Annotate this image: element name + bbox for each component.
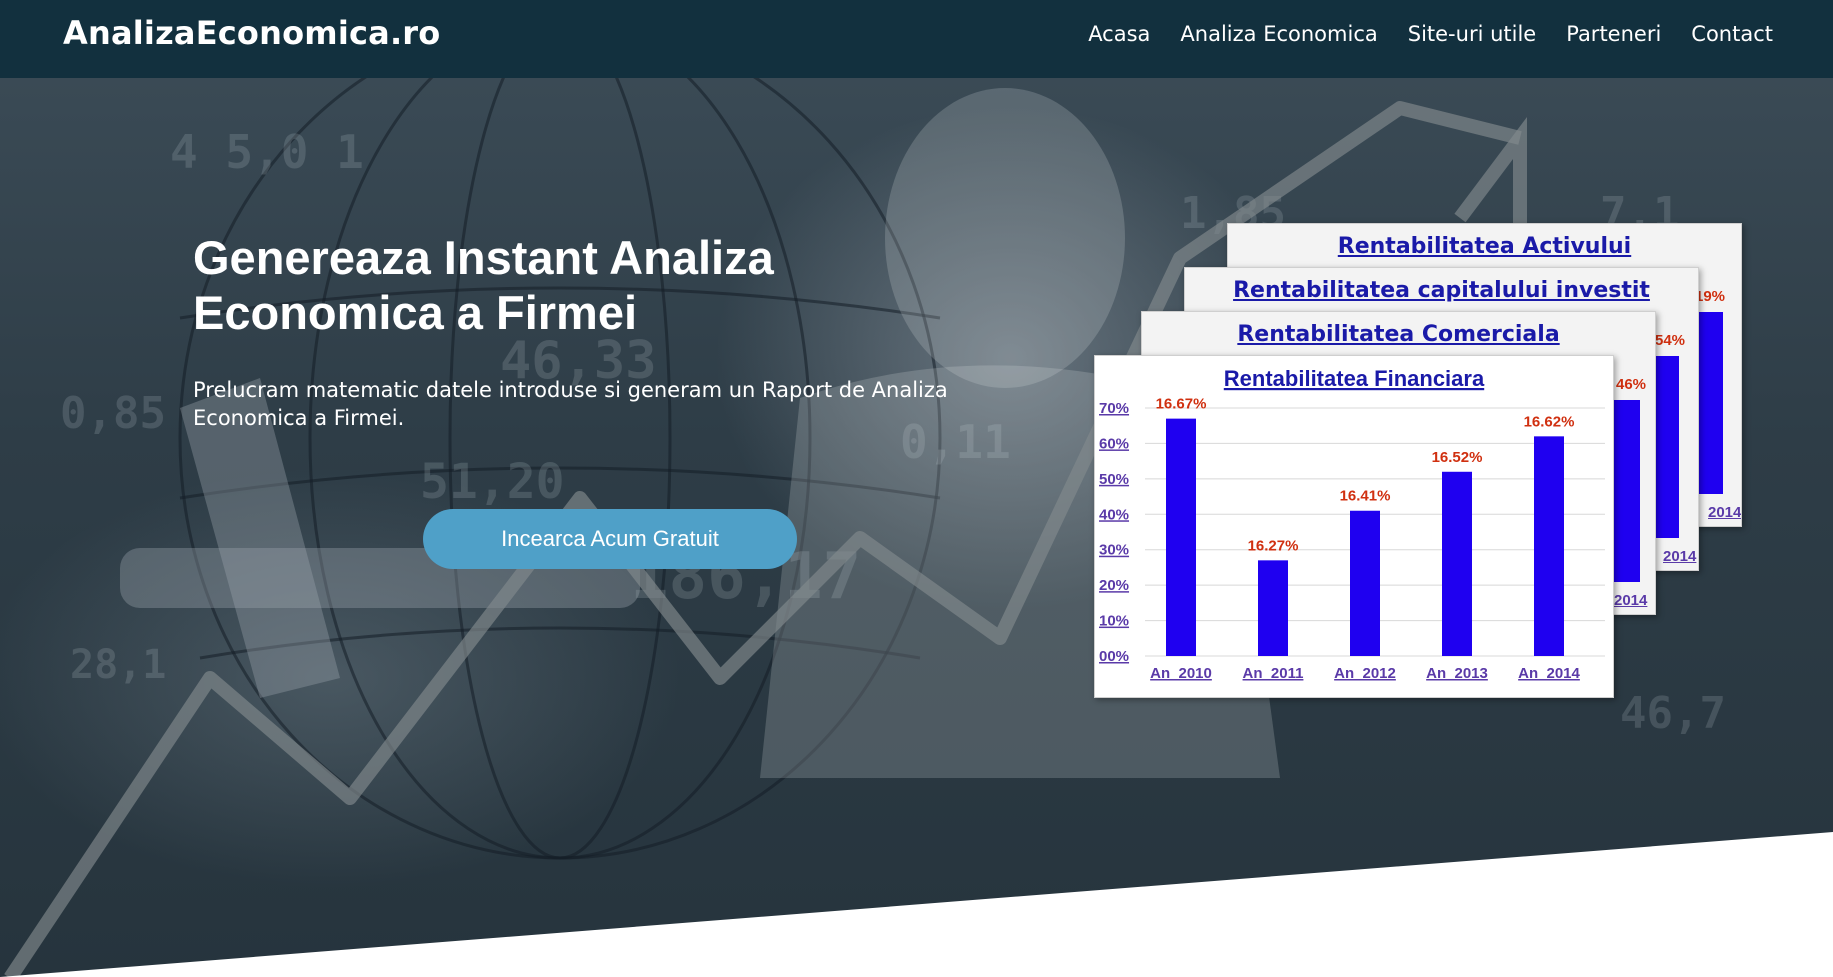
chart-title: Rentabilitatea Financiara [1224, 366, 1485, 391]
nav-item-contact[interactable]: Contact [1691, 22, 1773, 46]
chart-value-label: 46% [1616, 376, 1647, 393]
chart-bar [1614, 400, 1640, 582]
chart-y-tick-label: 00% [1099, 648, 1129, 665]
site-logo[interactable]: AnalizaEconomica.ro [63, 14, 440, 52]
chart-x-tick-label: An_2012 [1334, 665, 1396, 682]
chart-data-label: 16.67% [1156, 396, 1207, 413]
chart-card-title: Rentabilitatea capitalului investit [1233, 278, 1650, 303]
chart-data-label: 16.62% [1524, 413, 1575, 430]
main-nav: Acasa Analiza Economica Site-uri utile P… [1088, 22, 1773, 46]
chart-y-tick-label: 20% [1099, 577, 1129, 594]
chart-y-tick-label: 40% [1099, 506, 1129, 523]
nav-item-analiza-economica[interactable]: Analiza Economica [1180, 22, 1377, 46]
chart-bar [1258, 560, 1288, 656]
bar-chart: Rentabilitatea Financiara 00% 10% 20% 30% 40%… [1099, 366, 1605, 682]
chart-card-title: Rentabilitatea Comerciala [1237, 322, 1560, 347]
chart-bar [1653, 356, 1679, 538]
chart-y-tick-label: 60% [1099, 435, 1129, 452]
chart-year-label: 2014 [1708, 504, 1742, 521]
chart-bar [1697, 312, 1723, 494]
chart-x-tick-label: An_2013 [1426, 665, 1488, 682]
chart-year-label: 2014 [1614, 592, 1648, 609]
chart-bar [1534, 436, 1564, 656]
chart-value-label: 19% [1695, 288, 1726, 305]
nav-item-site-uri-utile[interactable]: Site-uri utile [1408, 22, 1536, 46]
chart-data-label: 16.27% [1248, 537, 1299, 554]
nav-item-parteneri[interactable]: Parteneri [1566, 22, 1661, 46]
try-free-button[interactable]: Incearca Acum Gratuit [423, 509, 797, 569]
chart-y-tick-label: 70% [1099, 400, 1129, 417]
chart-bar [1166, 418, 1196, 656]
chart-card-financiara: Rentabilitatea Financiara 00% 10% 20% 30% 40%… [1094, 355, 1614, 698]
hero-section: 4 5,0 1 46,33 186,17 51,20 1,85 45,60 1,… [0, 78, 1833, 977]
chart-y-tick-label: 30% [1099, 542, 1129, 559]
chart-year-label: 2014 [1663, 548, 1697, 565]
nav-item-acasa[interactable]: Acasa [1088, 22, 1150, 46]
top-navbar: AnalizaEconomica.ro Acasa Analiza Econom… [0, 0, 1833, 78]
chart-x-tick-label: An_2014 [1518, 665, 1580, 682]
hero-title: Genereaza Instant Analiza Economica a Fi… [193, 231, 774, 339]
chart-y-tick-label: 50% [1099, 471, 1129, 488]
chart-value-label: 54% [1655, 332, 1686, 349]
chart-card-title: Rentabilitatea Activului [1337, 234, 1632, 259]
hero-subtitle: Prelucram matematic datele introduse si … [193, 378, 948, 430]
chart-y-tick-label: 10% [1099, 613, 1129, 630]
chart-x-tick-label: An_2010 [1150, 665, 1212, 682]
chart-x-tick-label: An_2011 [1243, 665, 1304, 682]
chart-bar [1442, 471, 1472, 656]
chart-data-label: 16.41% [1340, 488, 1391, 505]
chart-data-label: 16.52% [1432, 449, 1483, 466]
chart-bar [1350, 510, 1380, 656]
